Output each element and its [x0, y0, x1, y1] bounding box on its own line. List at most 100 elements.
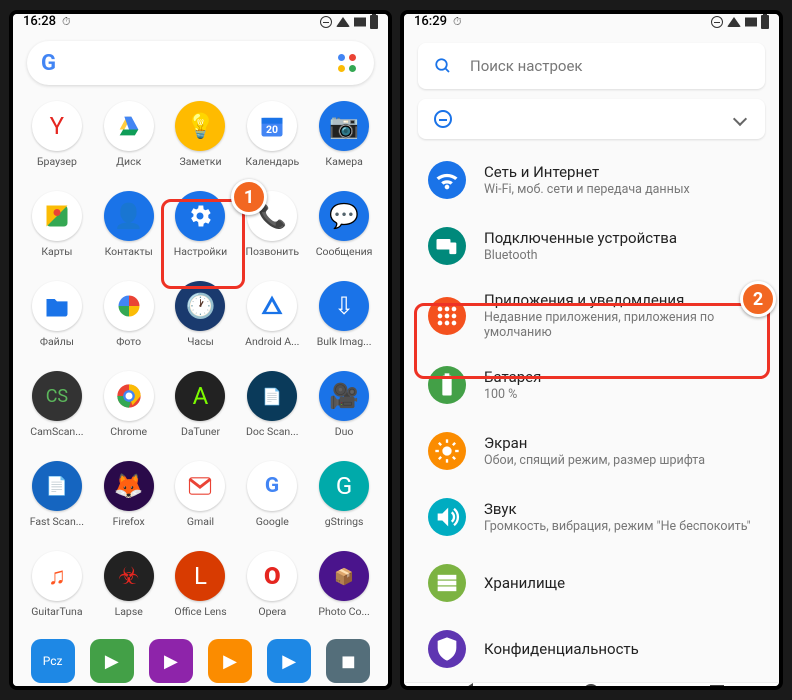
clock-time: 16:28: [23, 14, 56, 29]
google-search-bar[interactable]: G: [27, 41, 374, 85]
annotation-badge-1: 1: [231, 179, 267, 215]
settings-privacy[interactable]: Конфиденциальность: [404, 616, 779, 682]
app-drive-icon: [104, 101, 154, 151]
fav-3[interactable]: ▶: [149, 639, 193, 683]
search-icon: [434, 57, 452, 75]
app-keep-icon: 💡: [175, 101, 225, 151]
app-camera-icon: 📷: [319, 101, 369, 151]
search-placeholder: Поиск настроек: [470, 57, 583, 75]
app-label: Photo Co...: [318, 605, 369, 618]
status-bar: 16:29 ⏱: [404, 14, 779, 29]
nav-home-button[interactable]: [583, 684, 599, 690]
settings-network[interactable]: Сеть и ИнтернетWi-Fi, моб. сети и переда…: [404, 147, 779, 213]
nav-bar: [404, 682, 779, 690]
app-keep[interactable]: 💡Заметки: [165, 97, 237, 185]
app-google-icon: G: [247, 461, 297, 511]
app-gmail[interactable]: Gmail: [165, 457, 237, 545]
settings-display-icon: [428, 432, 466, 470]
assistant-icon[interactable]: [334, 50, 360, 76]
fav-1[interactable]: Pcz: [31, 639, 75, 683]
app-drive[interactable]: Диск: [93, 97, 165, 185]
app-contacts[interactable]: 👤Контакты: [93, 187, 165, 275]
app-label: Календарь: [245, 155, 299, 168]
status-icons: [320, 15, 378, 29]
settings-connected[interactable]: Подключенные устройстваBluetooth: [404, 213, 779, 279]
app-datuner[interactable]: A DaTuner: [165, 367, 237, 455]
app-google[interactable]: G Google: [236, 457, 308, 545]
app-doc-scanner-icon: 📄: [247, 371, 297, 421]
app-bulk-image[interactable]: ⇩Bulk Imag...: [308, 277, 380, 365]
app-label: Фото: [116, 335, 141, 348]
app-label: Позвонить: [245, 245, 299, 258]
clock-time: 16:29: [414, 14, 447, 29]
settings-display[interactable]: ЭкранОбои, спящий режим, размер шрифта: [404, 418, 779, 484]
app-settings[interactable]: Настройки: [165, 187, 237, 275]
app-opera-icon: O: [247, 551, 297, 601]
settings-row-subtitle: Bluetooth: [484, 248, 755, 263]
app-files[interactable]: Файлы: [21, 277, 93, 365]
dnd-icon: [320, 16, 332, 28]
app-lapse[interactable]: ☣Lapse: [93, 547, 165, 635]
settings-row-title: Приложения и уведомления: [484, 291, 755, 309]
app-guitartuna[interactable]: ♫GuitarTuna: [21, 547, 93, 635]
fav-4[interactable]: ▶: [208, 639, 252, 683]
settings-apps[interactable]: Приложения и уведомленияНедавние приложе…: [404, 279, 779, 352]
app-label: GuitarTuna: [31, 605, 82, 618]
app-gstrings[interactable]: GgStrings: [308, 457, 380, 545]
app-gstrings-icon: G: [319, 461, 369, 511]
app-grid: YБраузер Диск 💡Заметки20 Календарь 📷Камера Ка…: [13, 97, 388, 635]
app-label: Duo: [335, 425, 354, 438]
settings-row-title: Сеть и Интернет: [484, 163, 755, 181]
alarm-icon: ⏱: [453, 15, 462, 29]
favorites-row: Pcz ▶ ▶ ▶ ▶ ◼: [13, 635, 388, 690]
fav-2[interactable]: ▶: [90, 639, 134, 683]
app-firefox-icon: 🦊: [104, 461, 154, 511]
app-label: Часы: [187, 335, 214, 348]
app-camera[interactable]: 📷Камера: [308, 97, 380, 185]
settings-row-title: Конфиденциальность: [484, 640, 755, 658]
settings-row-subtitle: Недавние приложения, приложения по умолч…: [484, 310, 755, 340]
app-clock-icon: 🕐: [175, 281, 225, 331]
nav-recent-button[interactable]: [710, 685, 724, 690]
fav-5[interactable]: ▶: [267, 639, 311, 683]
app-camscanner[interactable]: CSCamScan...: [21, 367, 93, 455]
nav-back-button[interactable]: [459, 683, 473, 690]
app-duo[interactable]: 🎥Duo: [308, 367, 380, 455]
settings-sound[interactable]: ЗвукГромкость, вибрация, режим "Не беспо…: [404, 484, 779, 550]
app-doc-scanner[interactable]: 📄Doc Scan...: [236, 367, 308, 455]
app-firefox[interactable]: 🦊Firefox: [93, 457, 165, 545]
app-label: Сообщения: [316, 245, 373, 258]
settings-row-subtitle: Обои, спящий режим, размер шрифта: [484, 453, 755, 468]
fav-6[interactable]: ◼: [326, 639, 370, 683]
app-fast-scanner[interactable]: 📄Fast Scan...: [21, 457, 93, 545]
app-clock[interactable]: 🕐 Часы: [165, 277, 237, 365]
app-android-auto[interactable]: Android A...: [236, 277, 308, 365]
app-datuner-icon: A: [175, 371, 225, 421]
app-label: Карты: [41, 245, 72, 258]
settings-search-bar[interactable]: Поиск настроек: [418, 43, 765, 89]
app-calendar[interactable]: 20 Календарь: [236, 97, 308, 185]
app-maps-icon: [32, 191, 82, 241]
settings-battery[interactable]: Батарея100 %: [404, 352, 779, 418]
app-maps[interactable]: Карты: [21, 187, 93, 275]
app-opera[interactable]: OOpera: [236, 547, 308, 635]
app-label: Браузер: [37, 155, 77, 168]
app-calendar-icon: 20: [247, 101, 297, 151]
app-yandex[interactable]: YБраузер: [21, 97, 93, 185]
annotation-badge-2: 2: [740, 281, 776, 317]
settings-suggestion-bar[interactable]: [418, 99, 765, 139]
app-photo-compress[interactable]: 📦Photo Co...: [308, 547, 380, 635]
app-office-lens[interactable]: LOffice Lens: [165, 547, 237, 635]
settings-privacy-icon: [428, 630, 466, 668]
chevron-down-icon: [733, 112, 747, 126]
app-chrome[interactable]: Chrome: [93, 367, 165, 455]
app-messages[interactable]: 💬Сообщения: [308, 187, 380, 275]
app-settings-icon: [175, 191, 225, 241]
app-label: Диск: [116, 155, 141, 168]
app-label: Google: [256, 515, 289, 528]
app-photos[interactable]: Фото: [93, 277, 165, 365]
app-label: Bulk Imag...: [317, 335, 372, 348]
settings-storage[interactable]: Хранилище: [404, 550, 779, 616]
app-label: DaTuner: [181, 425, 220, 438]
dnd-icon: [711, 16, 723, 28]
